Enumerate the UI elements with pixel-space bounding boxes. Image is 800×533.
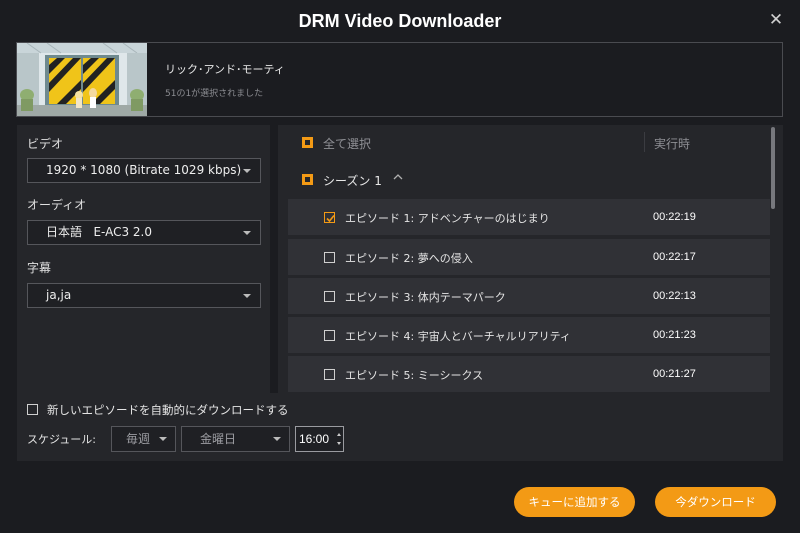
settings-panel: ビデオ 1920 * 1080 (Bitrate 1029 kbps) オーディ…	[17, 125, 270, 393]
episode-row[interactable]: エピソード 1: アドベンチャーのはじまり 00:22:19	[288, 199, 770, 235]
chevron-down-icon	[243, 231, 251, 235]
frequency-value: 毎週	[126, 432, 151, 446]
chevron-down-icon	[273, 437, 281, 441]
subtitle-label: 字幕	[27, 261, 52, 275]
close-icon[interactable]: ✕	[766, 10, 786, 30]
season-label[interactable]: シーズン 1	[323, 172, 382, 189]
episode-list-header: 全て選択 実行時	[278, 125, 773, 161]
episode-title: エピソード 5: ミーシークス	[345, 369, 484, 382]
select-all-checkbox[interactable]	[302, 137, 313, 148]
weekday-value: 金曜日	[200, 432, 237, 446]
episode-duration: 00:22:19	[653, 211, 696, 223]
show-info-panel: リック･アンド･モーティ 51の1が選択されました	[16, 42, 783, 117]
audio-track-select[interactable]: 日本語 E-AC3 2.0	[27, 220, 261, 245]
episode-title: エピソード 2: 夢への侵入	[345, 252, 473, 265]
episode-duration: 00:22:13	[653, 290, 696, 302]
window-title: DRM Video Downloader	[298, 11, 502, 31]
episode-list-panel: 全て選択 実行時 シーズン 1 エピソード 1: アドベンチャーのはじまり 00…	[278, 125, 783, 393]
spin-up-icon[interactable]	[337, 433, 341, 436]
weekday-select[interactable]: 金曜日	[181, 426, 290, 452]
subtitle-select[interactable]: ja,ja	[27, 283, 261, 308]
download-now-button[interactable]: 今ダウンロード	[655, 487, 776, 517]
episode-duration: 00:21:27	[653, 368, 696, 380]
duration-header: 実行時	[654, 137, 691, 151]
video-quality-select[interactable]: 1920 * 1080 (Bitrate 1029 kbps)	[27, 158, 261, 183]
audio-track-value: 日本語 E-AC3 2.0	[46, 225, 153, 239]
episode-row[interactable]: エピソード 3: 体内テーマパーク 00:22:13	[288, 278, 770, 314]
season-checkbox[interactable]	[302, 174, 313, 185]
episode-checkbox[interactable]	[324, 212, 335, 223]
episode-duration: 00:22:17	[653, 251, 696, 263]
time-value: 16:00	[299, 432, 330, 446]
spin-down-icon[interactable]	[337, 442, 341, 445]
episode-checkbox[interactable]	[324, 369, 335, 380]
episode-duration: 00:21:23	[653, 329, 696, 341]
episode-row[interactable]: エピソード 4: 宇宙人とバーチャルリアリティ 00:21:23	[288, 317, 770, 353]
time-input[interactable]: 16:00	[295, 426, 344, 452]
auto-download-checkbox[interactable]	[27, 404, 38, 415]
video-label: ビデオ	[27, 137, 64, 151]
selection-count: 51の1が選択されました	[165, 89, 264, 99]
episode-row[interactable]: エピソード 5: ミーシークス 00:21:27	[288, 356, 770, 392]
checkmark-icon	[325, 214, 335, 222]
chevron-up-icon[interactable]	[392, 171, 404, 183]
show-thumbnail	[17, 43, 147, 116]
episode-checkbox[interactable]	[324, 330, 335, 341]
audio-label: オーディオ	[27, 198, 87, 212]
frequency-select[interactable]: 毎週	[111, 426, 176, 452]
episode-checkbox[interactable]	[324, 291, 335, 302]
chevron-down-icon	[159, 437, 167, 441]
episode-checkbox[interactable]	[324, 252, 335, 263]
downloader-window: DRM Video Downloader ✕ リック･アンド･モーティ 51の1…	[0, 0, 800, 533]
chevron-down-icon	[243, 169, 251, 173]
episode-row[interactable]: エピソード 2: 夢への侵入 00:22:17	[288, 239, 770, 275]
scrollbar-thumb[interactable]	[771, 127, 775, 209]
add-to-queue-button[interactable]: キューに追加する	[514, 487, 635, 517]
auto-download-label: 新しいエピソードを自動的にダウンロードする	[47, 403, 289, 417]
video-quality-value: 1920 * 1080 (Bitrate 1029 kbps)	[46, 163, 242, 177]
schedule-label: スケジュール:	[27, 433, 96, 446]
schedule-panel: 新しいエピソードを自動的にダウンロードする スケジュール: 毎週 金曜日 16:…	[17, 393, 783, 461]
header-divider	[644, 132, 645, 152]
episode-title: エピソード 1: アドベンチャーのはじまり	[345, 212, 550, 225]
episode-title: エピソード 3: 体内テーマパーク	[345, 291, 506, 304]
subtitle-value: ja,ja	[46, 288, 72, 302]
select-all-label: 全て選択	[323, 137, 372, 151]
show-title: リック･アンド･モーティ	[165, 63, 285, 76]
chevron-down-icon	[243, 294, 251, 298]
episode-title: エピソード 4: 宇宙人とバーチャルリアリティ	[345, 330, 571, 343]
